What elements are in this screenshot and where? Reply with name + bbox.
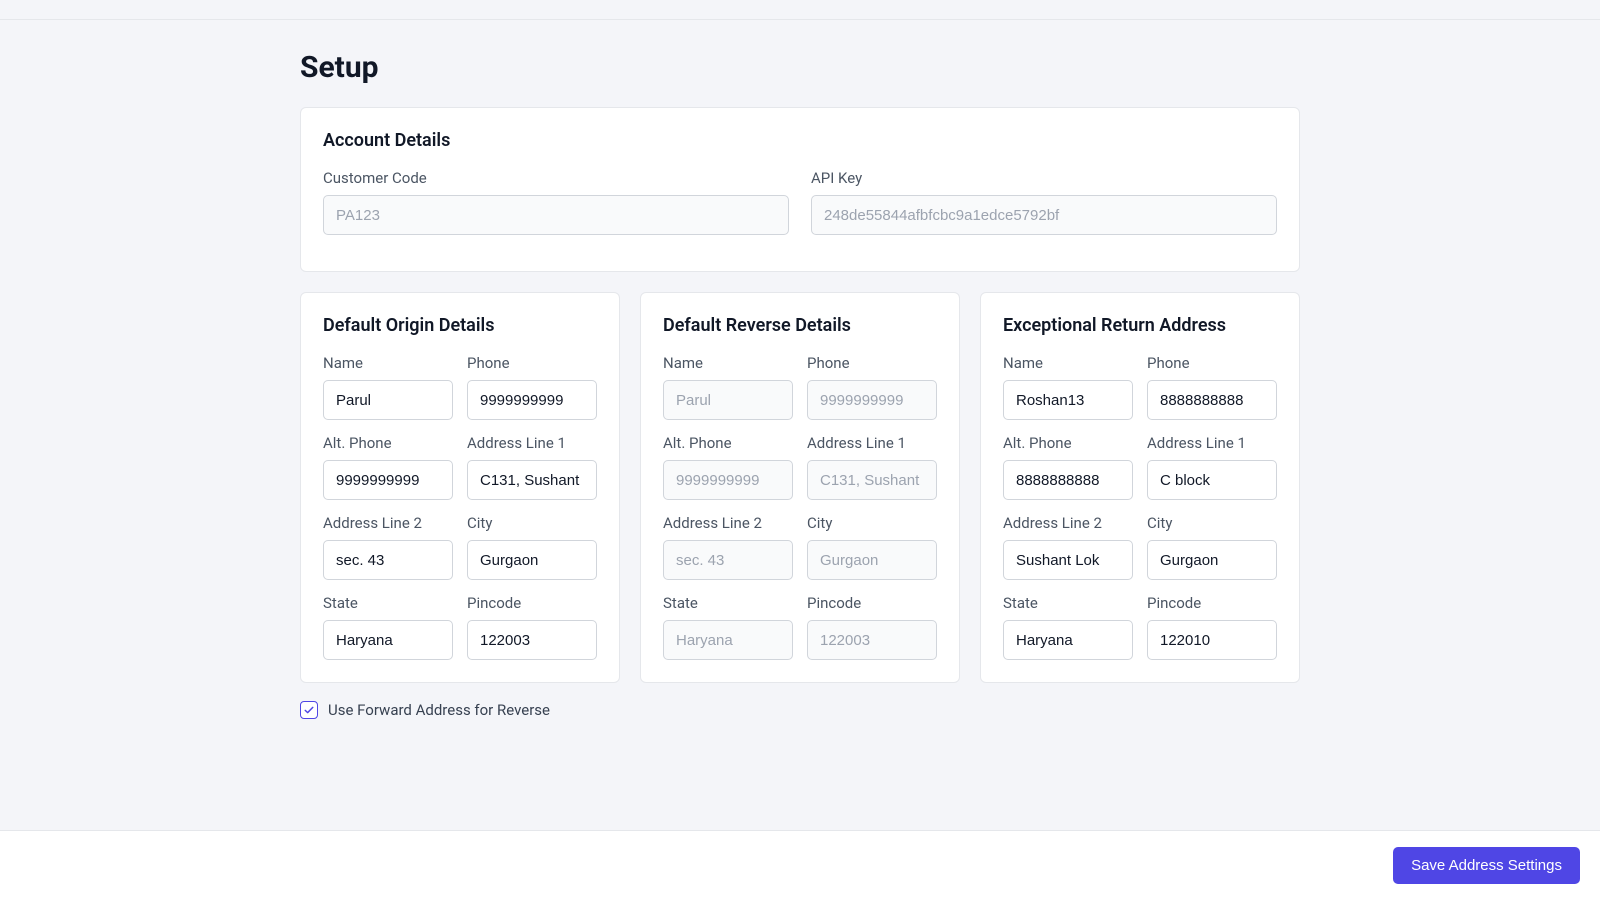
exception-name-label: Name xyxy=(1003,354,1133,372)
reverse-phone-input xyxy=(807,380,937,420)
reverse-details-title: Default Reverse Details xyxy=(663,315,937,336)
origin-details-title: Default Origin Details xyxy=(323,315,597,336)
save-address-settings-button[interactable]: Save Address Settings xyxy=(1393,847,1580,884)
reverse-state-input xyxy=(663,620,793,660)
exception-addr2-input[interactable] xyxy=(1003,540,1133,580)
reverse-pincode-input xyxy=(807,620,937,660)
origin-phone-input[interactable] xyxy=(467,380,597,420)
origin-alt-phone-label: Alt. Phone xyxy=(323,434,453,452)
exception-return-title: Exceptional Return Address xyxy=(1003,315,1277,336)
origin-name-input[interactable] xyxy=(323,380,453,420)
origin-phone-label: Phone xyxy=(467,354,597,372)
origin-city-label: City xyxy=(467,514,597,532)
exception-name-input[interactable] xyxy=(1003,380,1133,420)
customer-code-label: Customer Code xyxy=(323,169,789,187)
exception-phone-label: Phone xyxy=(1147,354,1277,372)
origin-alt-phone-input[interactable] xyxy=(323,460,453,500)
origin-state-input[interactable] xyxy=(323,620,453,660)
reverse-details-card: Default Reverse Details Name Phone Alt. … xyxy=(640,292,960,683)
reverse-alt-phone-label: Alt. Phone xyxy=(663,434,793,452)
reverse-addr1-label: Address Line 1 xyxy=(807,434,937,452)
exception-state-label: State xyxy=(1003,594,1133,612)
reverse-pincode-label: Pincode xyxy=(807,594,937,612)
page-title: Setup xyxy=(300,50,1300,85)
top-divider xyxy=(0,0,1600,20)
origin-state-label: State xyxy=(323,594,453,612)
exception-pincode-input[interactable] xyxy=(1147,620,1277,660)
exception-state-input[interactable] xyxy=(1003,620,1133,660)
origin-pincode-label: Pincode xyxy=(467,594,597,612)
reverse-city-label: City xyxy=(807,514,937,532)
exception-pincode-label: Pincode xyxy=(1147,594,1277,612)
reverse-addr2-label: Address Line 2 xyxy=(663,514,793,532)
account-details-card: Account Details Customer Code API Key xyxy=(300,107,1300,272)
reverse-addr2-input xyxy=(663,540,793,580)
exception-alt-phone-label: Alt. Phone xyxy=(1003,434,1133,452)
footer-bar: Save Address Settings xyxy=(0,830,1600,900)
reverse-state-label: State xyxy=(663,594,793,612)
origin-addr2-input[interactable] xyxy=(323,540,453,580)
origin-addr1-input[interactable] xyxy=(467,460,597,500)
origin-addr1-label: Address Line 1 xyxy=(467,434,597,452)
reverse-name-label: Name xyxy=(663,354,793,372)
origin-addr2-label: Address Line 2 xyxy=(323,514,453,532)
reverse-city-input xyxy=(807,540,937,580)
exception-return-card: Exceptional Return Address Name Phone Al… xyxy=(980,292,1300,683)
exception-city-label: City xyxy=(1147,514,1277,532)
use-forward-checkbox[interactable] xyxy=(300,701,318,719)
exception-addr1-label: Address Line 1 xyxy=(1147,434,1277,452)
exception-addr1-input[interactable] xyxy=(1147,460,1277,500)
exception-addr2-label: Address Line 2 xyxy=(1003,514,1133,532)
origin-details-card: Default Origin Details Name Phone Alt. P… xyxy=(300,292,620,683)
origin-name-label: Name xyxy=(323,354,453,372)
api-key-input xyxy=(811,195,1277,235)
customer-code-input xyxy=(323,195,789,235)
api-key-label: API Key xyxy=(811,169,1277,187)
reverse-name-input xyxy=(663,380,793,420)
reverse-phone-label: Phone xyxy=(807,354,937,372)
account-details-title: Account Details xyxy=(323,130,1277,151)
reverse-addr1-input xyxy=(807,460,937,500)
exception-city-input[interactable] xyxy=(1147,540,1277,580)
use-forward-checkbox-label: Use Forward Address for Reverse xyxy=(328,701,550,719)
reverse-alt-phone-input xyxy=(663,460,793,500)
exception-alt-phone-input[interactable] xyxy=(1003,460,1133,500)
origin-pincode-input[interactable] xyxy=(467,620,597,660)
exception-phone-input[interactable] xyxy=(1147,380,1277,420)
check-icon xyxy=(303,704,315,716)
origin-city-input[interactable] xyxy=(467,540,597,580)
